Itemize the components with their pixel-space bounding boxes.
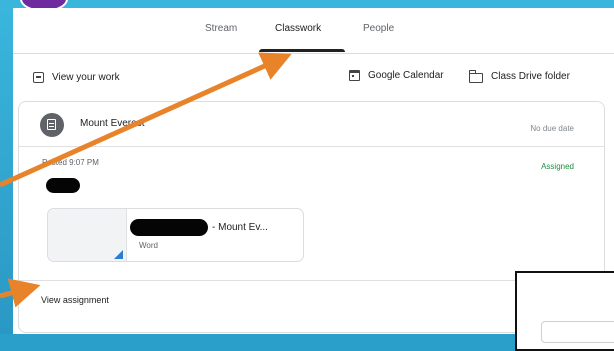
slide-background: Stream Classwork People View your work G… xyxy=(0,0,614,351)
tab-classwork[interactable]: Classwork xyxy=(275,23,321,34)
active-tab-indicator xyxy=(259,49,345,52)
class-drive-folder-button[interactable]: Class Drive folder xyxy=(468,69,570,83)
attachment-card[interactable]: - Mount Ev... Word xyxy=(47,208,304,262)
google-calendar-label: Google Calendar xyxy=(368,70,444,81)
folder-icon xyxy=(468,69,483,83)
tab-stream[interactable]: Stream xyxy=(205,23,237,34)
posted-time: Posted 9:07 PM xyxy=(42,158,99,167)
tab-bar: Stream Classwork People xyxy=(13,8,614,54)
attachment-type: Word xyxy=(139,241,158,250)
view-work-icon xyxy=(33,72,44,83)
overlay-inner-field xyxy=(541,321,614,343)
assignment-icon xyxy=(40,113,64,137)
tab-people[interactable]: People xyxy=(363,23,394,34)
overlay-dialog xyxy=(515,271,614,351)
redacted-filename xyxy=(130,219,208,236)
attachment-title: - Mount Ev... xyxy=(212,222,268,233)
google-calendar-button[interactable]: Google Calendar xyxy=(349,70,444,81)
class-drive-folder-label: Class Drive folder xyxy=(491,71,570,82)
status-badge: Assigned xyxy=(541,162,574,171)
due-date: No due date xyxy=(530,124,574,133)
calendar-icon xyxy=(349,70,360,81)
view-your-work-button[interactable]: View your work xyxy=(33,72,120,83)
view-assignment-link[interactable]: View assignment xyxy=(41,295,109,305)
view-your-work-label: View your work xyxy=(52,72,120,83)
attachment-thumbnail xyxy=(48,209,127,261)
redacted-instructions xyxy=(46,178,80,193)
assignment-header[interactable]: Mount Everest No due date xyxy=(19,102,604,147)
assignment-title: Mount Everest xyxy=(80,118,145,129)
word-file-icon xyxy=(114,250,123,259)
